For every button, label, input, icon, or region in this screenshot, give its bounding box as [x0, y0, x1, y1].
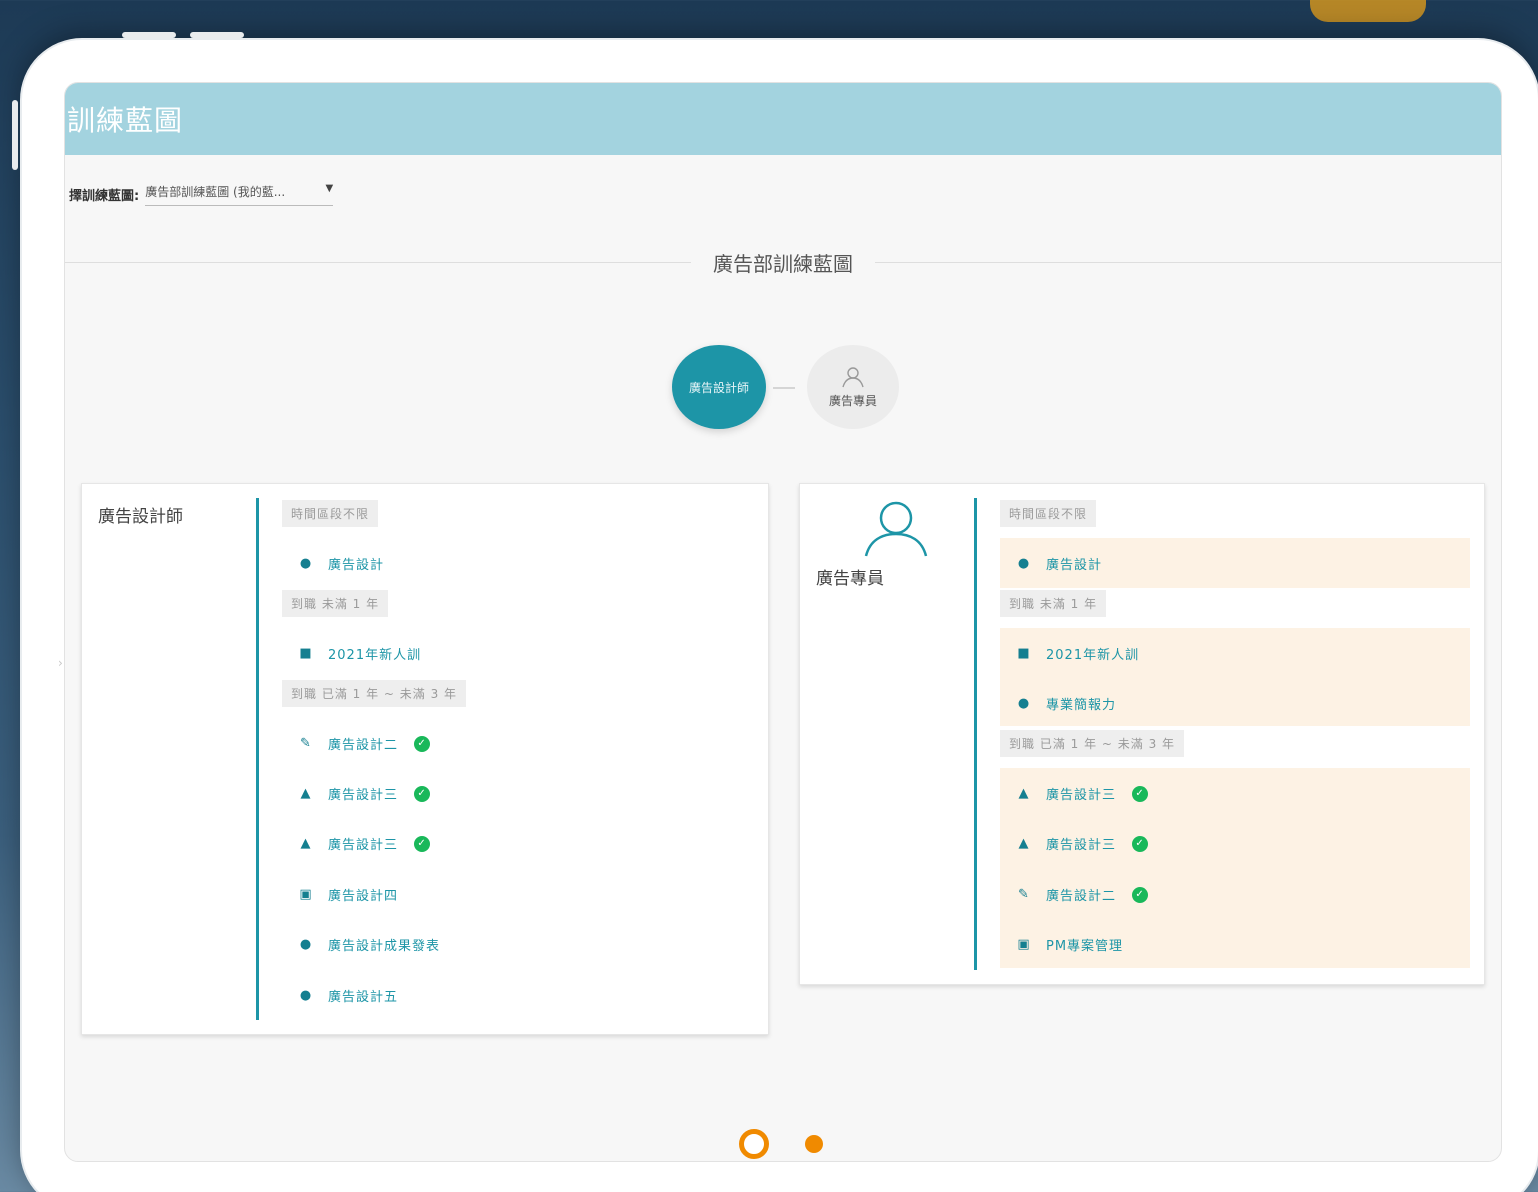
timeline-line — [974, 498, 977, 970]
role-nodes: 廣告設計師 廣告專員 — [65, 345, 1501, 435]
course-item[interactable]: ✎ 廣告設計二 ✓ — [1016, 885, 1149, 904]
tablet-top-button — [190, 32, 244, 38]
check-icon: ✓ — [414, 785, 431, 802]
role-card-designer: 廣告設計師 時間區段不限 ● 廣告設計 到職 未滿 1 年 ■ 2021年新人訓… — [81, 483, 769, 1035]
graduation-cap-icon: ▲ — [300, 836, 312, 851]
chevron-left-icon[interactable]: › — [58, 656, 63, 670]
course-label: 廣告設計二 — [1046, 889, 1117, 904]
course-item[interactable]: ● 廣告設計五 — [298, 986, 398, 1005]
graduation-cap-icon: ▲ — [1018, 786, 1030, 801]
course-item[interactable]: ▲ 廣告設計三 ✓ — [1016, 784, 1149, 803]
course-item[interactable]: ● 廣告設計成果發表 — [298, 935, 440, 954]
course-item[interactable]: ● 專業簡報力 — [1016, 694, 1116, 713]
role-node-designer[interactable]: 廣告設計師 — [672, 345, 766, 429]
period-tag: 到職 已滿 1 年 ~ 未滿 3 年 — [1000, 730, 1185, 757]
course-label: 2021年新人訓 — [1046, 648, 1140, 663]
blueprint-select[interactable]: 廣告部訓練藍圖 (我的藍... ▼ — [145, 183, 334, 206]
section-title-row: 廣告部訓練藍圖 — [65, 248, 1501, 278]
background-object — [1310, 0, 1426, 22]
tablet-top-button — [122, 32, 176, 38]
course-item[interactable]: ▲ 廣告設計三 ✓ — [1016, 834, 1149, 853]
user-icon — [864, 501, 928, 557]
period-tag: 到職 未滿 1 年 — [282, 590, 389, 617]
tablet-side-button — [12, 100, 18, 170]
folder-icon: ■ — [299, 646, 313, 661]
course-item[interactable]: ● 廣告設計 — [298, 554, 384, 573]
period-tag: 時間區段不限 — [282, 500, 379, 527]
course-label: PM專案管理 — [1046, 939, 1124, 954]
course-item[interactable]: ▣ 廣告設計四 — [298, 885, 398, 904]
selector-value: 廣告部訓練藍圖 (我的藍... — [145, 185, 286, 199]
check-icon: ✓ — [414, 835, 431, 852]
pencil-icon: ✎ — [1018, 887, 1030, 902]
course-label: 廣告設計 — [1046, 558, 1103, 573]
graduation-cap-icon: ▲ — [1018, 836, 1030, 851]
pager-dot[interactable] — [805, 1135, 823, 1153]
bag-icon: ▣ — [299, 887, 313, 902]
app-header: 訓練藍圖 — [65, 83, 1501, 155]
user-icon — [842, 366, 864, 387]
bag-icon: ▣ — [1017, 937, 1031, 952]
globe-icon: ● — [299, 988, 313, 1003]
blueprint-selector-row: 擇訓練藍圖: 廣告部訓練藍圖 (我的藍... ▼ — [65, 183, 1501, 206]
check-icon: ✓ — [1132, 785, 1149, 802]
period-tag: 時間區段不限 — [1000, 500, 1097, 527]
card-title: 廣告專員 — [816, 569, 884, 589]
course-item[interactable]: ✎ 廣告設計二 ✓ — [298, 734, 431, 753]
chevron-down-icon: ▼ — [325, 183, 334, 194]
course-item[interactable]: ● 廣告設計 — [1016, 554, 1102, 573]
check-icon: ✓ — [1132, 886, 1149, 903]
course-label: 廣告設計三 — [328, 838, 399, 853]
pencil-icon: ✎ — [300, 736, 312, 751]
role-card-specialist: 廣告專員 時間區段不限 ● 廣告設計 到職 未滿 1 年 ■ 2021年新人訓 … — [799, 483, 1485, 985]
course-label: 廣告設計四 — [328, 889, 399, 904]
folder-icon: ■ — [1017, 646, 1031, 661]
page-title: 訓練藍圖 — [67, 104, 184, 137]
graduation-cap-icon: ▲ — [300, 786, 312, 801]
role-node-specialist[interactable]: 廣告專員 — [807, 345, 899, 429]
course-item[interactable]: ▣ PM專案管理 — [1016, 935, 1123, 954]
globe-icon: ● — [1017, 556, 1031, 571]
course-label: 專業簡報力 — [1046, 698, 1117, 713]
globe-icon: ● — [299, 937, 313, 952]
check-icon: ✓ — [414, 735, 431, 752]
period-tag: 到職 已滿 1 年 ~ 未滿 3 年 — [282, 680, 467, 707]
role-node-label: 廣告設計師 — [688, 380, 749, 395]
period-tag: 到職 未滿 1 年 — [1000, 590, 1107, 617]
node-connector — [773, 387, 795, 389]
app-screen: 訓練藍圖 擇訓練藍圖: 廣告部訓練藍圖 (我的藍... ▼ 廣告部訓練藍圖 廣告… — [64, 82, 1502, 1162]
course-label: 廣告設計成果發表 — [328, 939, 441, 954]
course-label: 2021年新人訓 — [328, 648, 422, 663]
course-label: 廣告設計三 — [1046, 788, 1117, 803]
course-item[interactable]: ▲ 廣告設計三 ✓ — [298, 834, 431, 853]
globe-icon: ● — [299, 556, 313, 571]
card-title: 廣告設計師 — [98, 507, 183, 527]
course-label: 廣告設計三 — [1046, 838, 1117, 853]
course-label: 廣告設計五 — [328, 990, 399, 1005]
section-title: 廣告部訓練藍圖 — [691, 248, 875, 277]
course-item[interactable]: ■ 2021年新人訓 — [298, 644, 421, 663]
course-label: 廣告設計三 — [328, 788, 399, 803]
course-label: 廣告設計二 — [328, 738, 399, 753]
role-node-label: 廣告專員 — [828, 393, 877, 408]
course-label: 廣告設計 — [328, 558, 385, 573]
globe-icon: ● — [1017, 696, 1031, 711]
selector-label: 擇訓練藍圖: — [69, 189, 140, 204]
check-icon: ✓ — [1132, 835, 1149, 852]
carousel-pager — [65, 1129, 1501, 1159]
timeline-line — [256, 498, 259, 1020]
pager-dot-active[interactable] — [739, 1129, 769, 1159]
course-item[interactable]: ▲ 廣告設計三 ✓ — [298, 784, 431, 803]
course-item[interactable]: ■ 2021年新人訓 — [1016, 644, 1139, 663]
